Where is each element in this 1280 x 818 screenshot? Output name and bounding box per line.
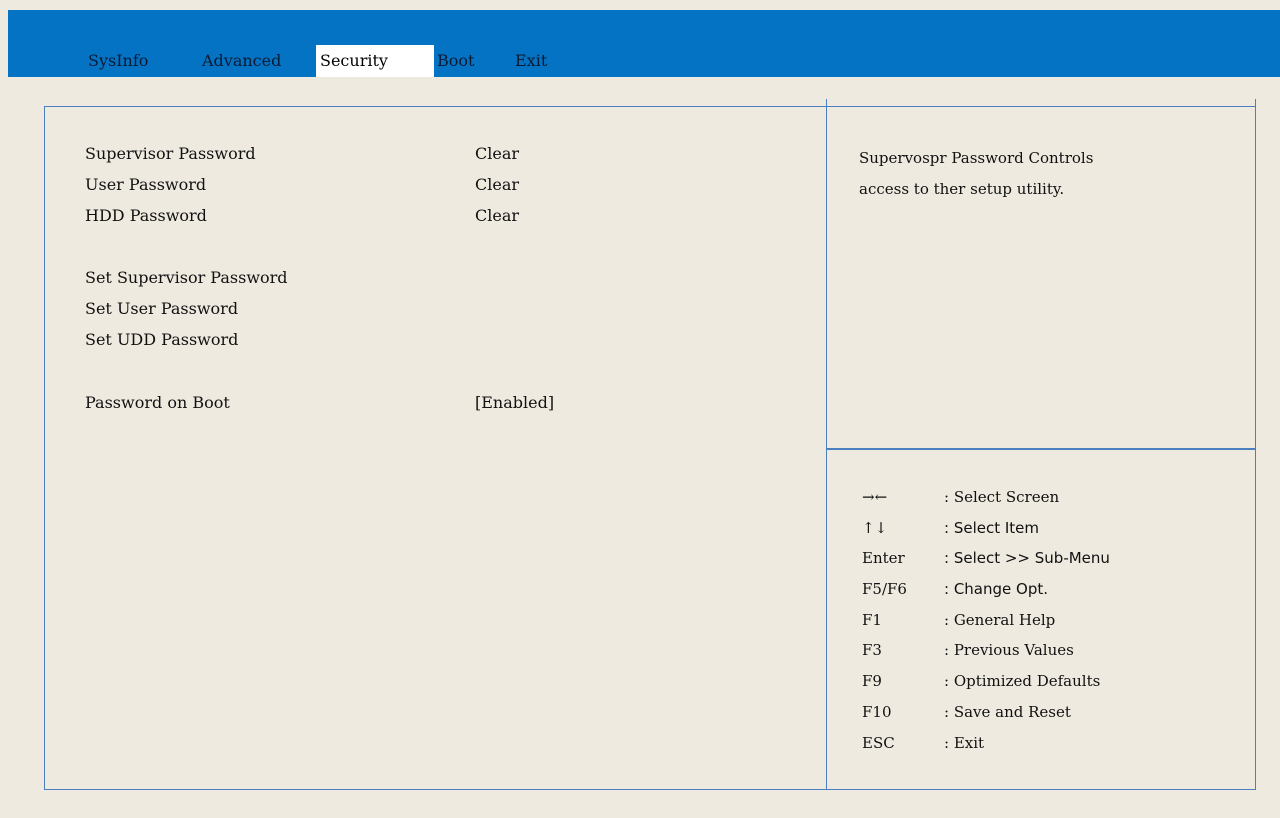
legend-key: ESC <box>862 733 895 752</box>
legend-desc: : Select Item <box>944 518 1040 537</box>
setting-label: Supervisor Password <box>85 144 256 163</box>
help-line: Supervospr Password Controls <box>859 149 1094 167</box>
legend-desc: : Exit <box>944 733 985 752</box>
help-line: access to ther setup utility. <box>859 180 1065 198</box>
legend-desc: : General Help <box>944 610 1056 629</box>
help-text: Supervospr Password Controls access to t… <box>859 143 1239 205</box>
legend-key: →← <box>862 488 888 506</box>
key-legend-row: ESC : Exit <box>862 729 1242 760</box>
legend-desc: : Optimized Defaults <box>944 672 1101 691</box>
setting-label: Set User Password <box>85 299 239 318</box>
legend-key: F3 <box>862 641 882 660</box>
legend-desc: : Change Opt. <box>944 580 1048 599</box>
set-user-password[interactable]: Set User Password <box>85 297 805 321</box>
legend-desc: : Select >> Sub-Menu <box>944 549 1110 568</box>
setting-value: Clear <box>475 206 520 225</box>
key-legend-row: F5/F6 : Change Opt. <box>862 575 1242 606</box>
legend-desc: : Save and Reset <box>944 702 1071 721</box>
tab-security[interactable]: Security <box>316 45 434 77</box>
legend-key: Enter <box>862 549 905 568</box>
key-legend-row: ↑↓ : Select Item <box>862 514 1242 545</box>
set-supervisor-password[interactable]: Set Supervisor Password <box>85 266 805 290</box>
setting-supervisor-password: Supervisor Password Clear <box>85 142 805 166</box>
legend-desc: : Previous Values <box>944 641 1074 660</box>
setting-value[interactable]: [Enabled] <box>475 391 554 415</box>
frame-divider-tick <box>826 99 827 106</box>
setting-label: Set Supervisor Password <box>85 268 288 287</box>
legend-key: F9 <box>862 672 882 691</box>
tab-sysinfo[interactable]: SysInfo <box>84 45 152 77</box>
legend-key: F5/F6 <box>862 580 907 599</box>
setting-value: Clear <box>475 144 520 163</box>
legend-desc: : Select Screen <box>944 488 1060 506</box>
legend-key: ↑↓ <box>862 518 888 537</box>
help-divider <box>826 448 1256 450</box>
legend-key: F1 <box>862 610 882 629</box>
setting-label: Password on Boot <box>85 393 230 412</box>
key-legend-row: F10 : Save and Reset <box>862 698 1242 729</box>
setting-label: HDD Password <box>85 206 207 225</box>
setting-user-password: User Password Clear <box>85 173 805 197</box>
setting-hdd-password: HDD Password Clear <box>85 204 805 228</box>
setting-label: User Password <box>85 175 207 194</box>
setting-value: Clear <box>475 175 520 194</box>
tab-advanced[interactable]: Advanced <box>198 45 285 77</box>
key-legend-row: →← : Select Screen <box>862 483 1242 514</box>
set-udd-password[interactable]: Set UDD Password <box>85 328 805 352</box>
key-legend-row: F1 : General Help <box>862 606 1242 637</box>
legend-key: F10 <box>862 702 892 721</box>
tab-boot[interactable]: Boot <box>433 45 478 77</box>
key-legend: →← : Select Screen ↑↓ : Select Item Ente… <box>862 483 1242 759</box>
key-legend-row: Enter : Select >> Sub-Menu <box>862 544 1242 575</box>
frame-corner-tick <box>1255 99 1256 106</box>
key-legend-row: F3 : Previous Values <box>862 636 1242 667</box>
key-legend-row: F9 : Optimized Defaults <box>862 667 1242 698</box>
tab-exit[interactable]: Exit <box>511 45 551 77</box>
setting-password-on-boot[interactable]: Password on Boot [Enabled] <box>85 391 805 415</box>
setting-label: Set UDD Password <box>85 330 239 349</box>
